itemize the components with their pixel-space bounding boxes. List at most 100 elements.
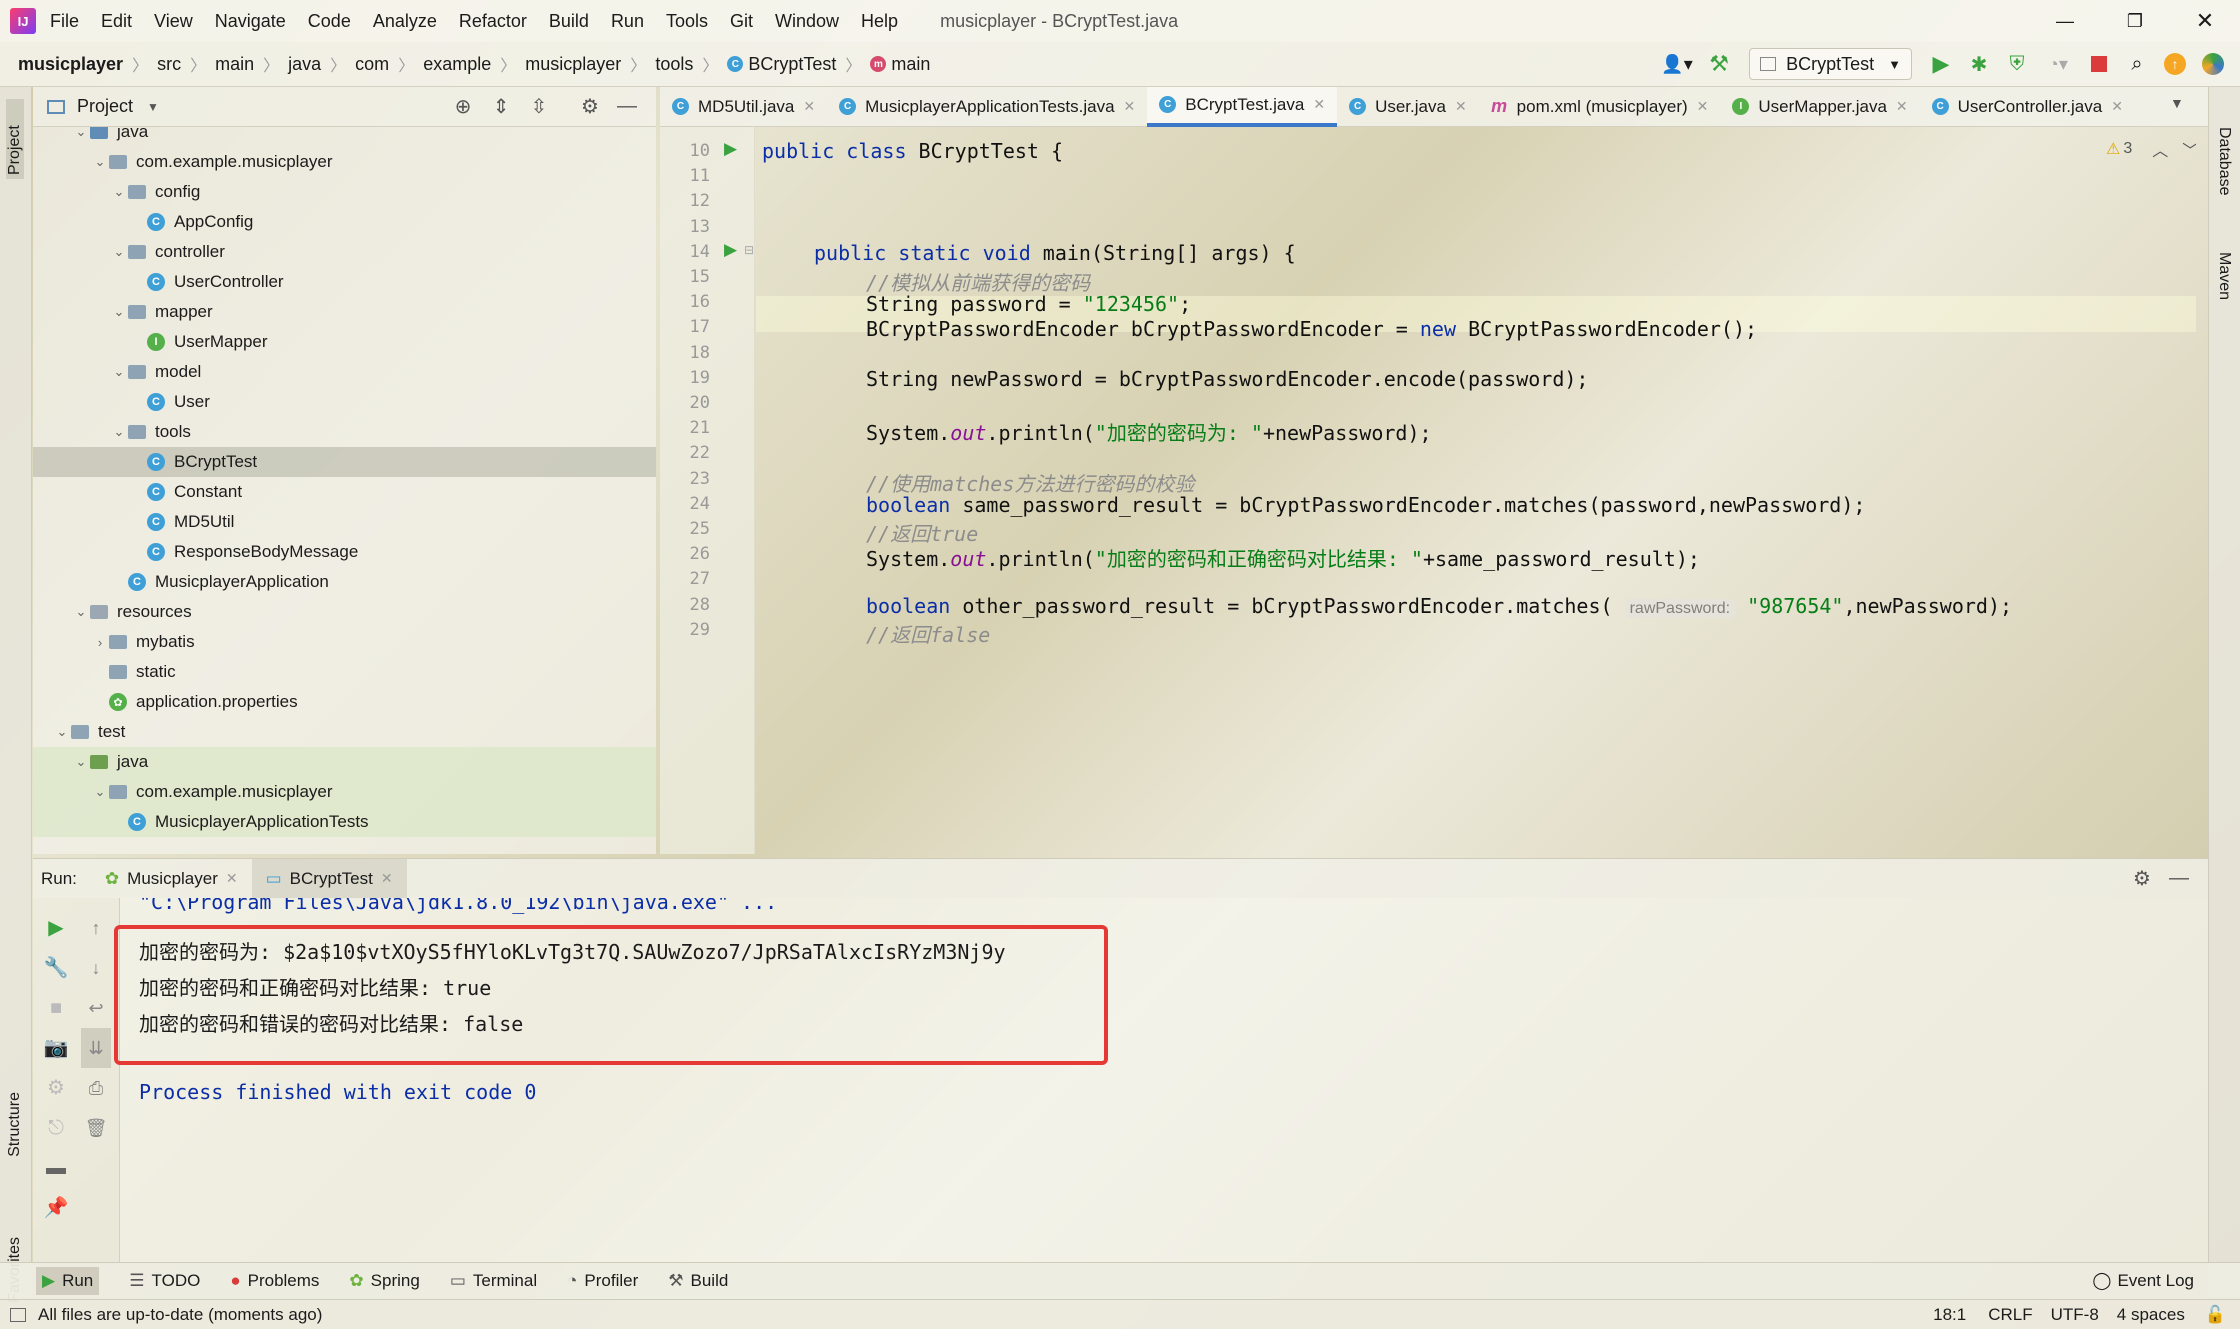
chevron-down-icon[interactable]: ⌄: [91, 784, 109, 800]
chevron-down-icon[interactable]: ⌄: [110, 184, 128, 200]
chevron-down-icon[interactable]: ▼: [147, 100, 159, 114]
tree-item[interactable]: ⌄ java: [33, 127, 656, 147]
tree-item[interactable]: C MusicplayerApplication: [33, 567, 656, 597]
tree-item[interactable]: ✿ application.properties: [33, 687, 656, 717]
minimize-button[interactable]: —: [2030, 0, 2100, 42]
menu-tools[interactable]: Tools: [666, 11, 708, 32]
coverage-icon[interactable]: ⛨: [1998, 53, 2036, 76]
breadcrumb-item[interactable]: java: [288, 54, 321, 75]
tree-item[interactable]: ⌄ resources: [33, 597, 656, 627]
tree-item[interactable]: ⌄ mapper: [33, 297, 656, 327]
tree-item[interactable]: ⌄ com.example.musicplayer: [33, 147, 656, 177]
tool-tab-profiler[interactable]: ◔ Profiler: [567, 1271, 638, 1291]
menu-window[interactable]: Window: [775, 11, 839, 32]
tool-tab-terminal[interactable]: ▭ Terminal: [450, 1271, 537, 1291]
stop-icon[interactable]: [2080, 56, 2118, 72]
menu-help[interactable]: Help: [861, 11, 898, 32]
tree-item[interactable]: › mybatis: [33, 627, 656, 657]
chevron-down-icon[interactable]: ﹀: [2182, 137, 2196, 161]
tool-tab-todo[interactable]: ☰ TODO: [129, 1271, 200, 1291]
tree-item[interactable]: ⌄ config: [33, 177, 656, 207]
close-icon[interactable]: ✕: [381, 870, 393, 887]
file-encoding[interactable]: UTF-8: [2051, 1305, 2099, 1325]
tree-item[interactable]: ⌄ model: [33, 357, 656, 387]
breadcrumb-item[interactable]: musicplayer: [18, 54, 123, 75]
tree-item[interactable]: ⌄ com.example.musicplayer: [33, 777, 656, 807]
menu-run[interactable]: Run: [611, 11, 644, 32]
close-icon[interactable]: ✕: [1124, 98, 1136, 115]
tool-tab-build[interactable]: ⚒ Build: [668, 1271, 728, 1291]
print-icon[interactable]: ⎙: [81, 1068, 111, 1108]
camera-icon[interactable]: 📷: [41, 1028, 71, 1068]
breadcrumb-item[interactable]: com: [355, 54, 389, 75]
menu-analyze[interactable]: Analyze: [373, 11, 437, 32]
chevron-down-icon[interactable]: ⌄: [53, 724, 71, 740]
chevron-down-icon[interactable]: ⌄: [72, 754, 90, 770]
menu-code[interactable]: Code: [308, 11, 351, 32]
run-gutter-icon[interactable]: ▶: [724, 240, 737, 260]
soft-wrap-icon[interactable]: ↩: [81, 988, 111, 1028]
close-icon[interactable]: ✕: [226, 870, 238, 887]
editor-tab[interactable]: m pom.xml (musicplayer) ✕: [1479, 87, 1721, 127]
editor-tab[interactable]: C MD5Util.java ✕: [660, 87, 827, 127]
chevron-down-icon[interactable]: ⌄: [110, 244, 128, 260]
menu-file[interactable]: File: [50, 11, 79, 32]
close-icon[interactable]: ✕: [1697, 98, 1709, 115]
code-editor[interactable]: ⚠ 3 ︿ ﹀ public class BCryptTest { public…: [756, 127, 2196, 854]
breadcrumb-item[interactable]: src: [157, 54, 181, 75]
locate-icon[interactable]: ⊕: [444, 94, 482, 119]
project-view-select[interactable]: Project: [77, 96, 133, 117]
status-icon[interactable]: [10, 1307, 26, 1322]
close-window-button[interactable]: ✕: [2170, 0, 2240, 42]
chevron-down-icon[interactable]: ⌄: [91, 154, 109, 170]
editor-tab[interactable]: C BCryptTest.java ✕: [1147, 86, 1338, 127]
breadcrumb-item[interactable]: main: [891, 54, 930, 75]
tree-item[interactable]: static: [33, 657, 656, 687]
maven-tool-tab[interactable]: Maven: [2215, 252, 2233, 300]
chevron-down-icon[interactable]: ⌄: [72, 604, 90, 620]
stop-icon[interactable]: ■: [41, 988, 71, 1028]
gear-icon[interactable]: ⚙: [2122, 866, 2162, 891]
tree-item[interactable]: ⌄ controller: [33, 237, 656, 267]
breadcrumb-item[interactable]: tools: [655, 54, 693, 75]
run-tab[interactable]: ▭ BCryptTest ✕: [251, 858, 407, 899]
layout-icon[interactable]: ▬: [41, 1148, 71, 1188]
hide-panel-icon[interactable]: —: [2162, 867, 2196, 890]
gear-icon[interactable]: ⚙: [570, 94, 610, 119]
exit-icon[interactable]: ⎋: [41, 1108, 71, 1148]
hide-panel-icon[interactable]: —: [610, 95, 644, 118]
tree-item[interactable]: ⌄ java: [33, 747, 656, 777]
chevron-right-icon[interactable]: ›: [91, 635, 109, 650]
close-icon[interactable]: ✕: [2111, 98, 2123, 115]
inspection-widget[interactable]: ⚠ 3 ︿ ﹀: [2106, 137, 2196, 161]
tree-item[interactable]: ⌄ test: [33, 717, 656, 747]
menu-refactor[interactable]: Refactor: [459, 11, 527, 32]
tree-item[interactable]: C AppConfig: [33, 207, 656, 237]
tool-tab-spring[interactable]: ✿ Spring: [349, 1271, 419, 1291]
menu-git[interactable]: Git: [730, 11, 753, 32]
editor-tab[interactable]: I UserMapper.java ✕: [1720, 87, 1919, 127]
chevron-down-icon[interactable]: ⌄: [110, 304, 128, 320]
fold-icon[interactable]: ⊟: [744, 243, 754, 257]
tree-item[interactable]: C ResponseBodyMessage: [33, 537, 656, 567]
event-log-button[interactable]: ◯ Event Log: [2092, 1271, 2194, 1291]
up-arrow-icon[interactable]: ↑: [81, 908, 111, 948]
close-icon[interactable]: ✕: [1896, 98, 1908, 115]
tree-item[interactable]: ⌄ tools: [33, 417, 656, 447]
settings-icon[interactable]: ⚙: [41, 1068, 71, 1108]
restore-button[interactable]: ❐: [2100, 0, 2170, 42]
tree-item[interactable]: C BCryptTest: [33, 447, 656, 477]
tree-item[interactable]: I UserMapper: [33, 327, 656, 357]
breadcrumb-item[interactable]: main: [215, 54, 254, 75]
database-tool-tab[interactable]: Database: [2215, 127, 2233, 196]
tree-item[interactable]: C User: [33, 387, 656, 417]
collapse-all-icon[interactable]: ⇳: [520, 94, 558, 119]
tree-item[interactable]: C MusicplayerApplicationTests: [33, 807, 656, 837]
editor-tab[interactable]: C User.java ✕: [1337, 87, 1479, 127]
account-icon[interactable]: 👤▾: [1655, 54, 1699, 75]
profile-icon[interactable]: ◔▾: [2036, 54, 2080, 75]
update-icon[interactable]: ↑: [2156, 53, 2194, 75]
tree-item[interactable]: C Constant: [33, 477, 656, 507]
chevron-up-icon[interactable]: ︿: [2152, 137, 2168, 161]
run-gutter-icon[interactable]: ▶: [724, 139, 737, 159]
